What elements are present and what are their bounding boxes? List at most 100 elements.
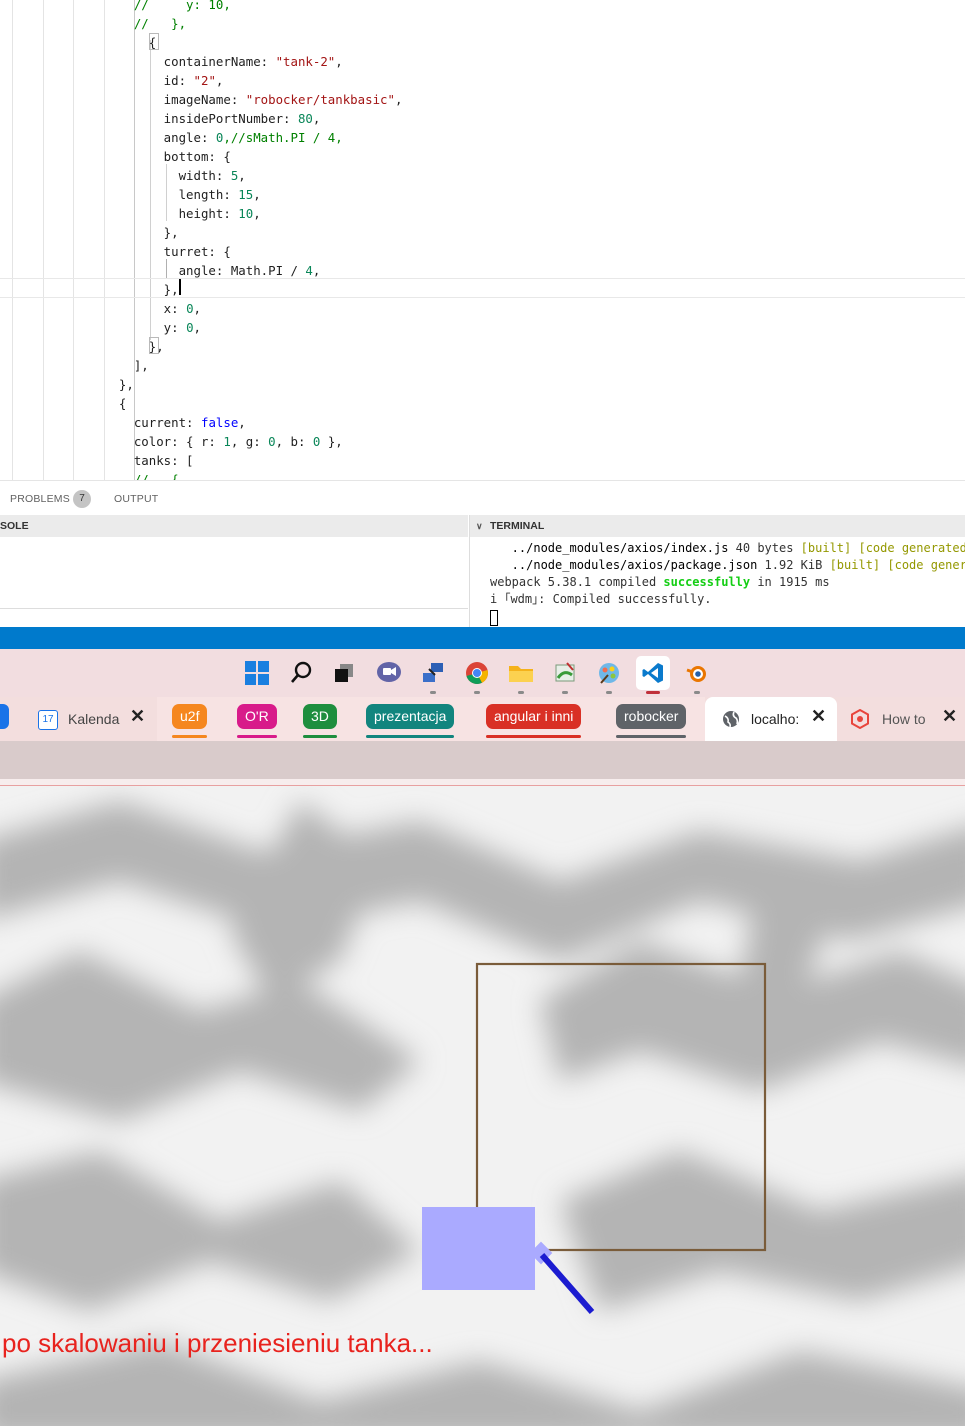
code-line: height: 10, bbox=[104, 204, 261, 223]
divider bbox=[0, 608, 468, 609]
code-line: // { bbox=[104, 470, 179, 480]
terminal-token: [built] [code generated] bbox=[829, 558, 965, 572]
terminal-token: successfully bbox=[663, 575, 751, 589]
code-line: }, bbox=[104, 223, 179, 242]
code-line: color: { r: 1, g: 0, b: 0 }, bbox=[104, 432, 343, 451]
terminal-cursor bbox=[490, 610, 498, 626]
terminal-token: i ｢wdm｣: Compiled successfully. bbox=[490, 592, 712, 606]
chrome-icon[interactable] bbox=[460, 656, 494, 694]
code-token: }, bbox=[104, 339, 164, 354]
code-line: // }, bbox=[104, 14, 186, 33]
terminal-token: 1.92 KiB bbox=[764, 558, 830, 572]
tab-group-underline bbox=[486, 735, 581, 738]
code-token: , bbox=[394, 92, 403, 107]
taskbar bbox=[0, 649, 965, 697]
code-line: angle: Math.PI / 4, bbox=[104, 261, 321, 280]
problems-count-badge: 7 bbox=[73, 490, 91, 508]
tab-problems[interactable]: PROBLEMS bbox=[10, 493, 70, 505]
bottom-panel: PROBLEMS 7 OUTPUT SOLE ∨ TERMINAL ../nod… bbox=[0, 480, 965, 628]
code-token: , bbox=[238, 415, 246, 430]
tab-group-chip[interactable]: robocker bbox=[616, 704, 687, 729]
code-token: ,//sMath.PI / 4, bbox=[223, 130, 343, 145]
blender-icon[interactable] bbox=[680, 656, 714, 694]
search-icon[interactable] bbox=[284, 656, 318, 690]
code-editor[interactable]: // y: 10, // }, { containerName: "tank-2… bbox=[0, 0, 965, 480]
tank-bottom bbox=[422, 1207, 535, 1290]
close-icon[interactable]: ✕ bbox=[130, 706, 145, 727]
code-token: width: bbox=[104, 168, 231, 183]
debug-console-title: SOLE bbox=[0, 520, 29, 532]
vscode-icon[interactable] bbox=[636, 656, 670, 694]
teams-chat-icon[interactable] bbox=[372, 656, 406, 690]
debug-console-header[interactable]: SOLE bbox=[0, 515, 468, 537]
code-token: 1 bbox=[223, 434, 231, 449]
code-line: ], bbox=[104, 356, 149, 375]
code-token: , b: bbox=[275, 434, 313, 449]
code-token: containerName: bbox=[104, 54, 276, 69]
tab-group-chip[interactable]: u2f bbox=[172, 704, 208, 729]
terminal-title: TERMINAL bbox=[490, 520, 545, 532]
tab-group-chip[interactable]: 3D bbox=[303, 704, 337, 729]
terminal-line: ../node_modules/axios/index.js 40 bytes … bbox=[490, 540, 965, 557]
code-token: current: bbox=[104, 415, 201, 430]
code-token: "2" bbox=[193, 73, 216, 88]
tab-output[interactable]: OUTPUT bbox=[114, 493, 158, 505]
terminal-token: [built] [code generated] bbox=[800, 541, 965, 555]
code-token: 0 bbox=[268, 434, 276, 449]
code-token: y: bbox=[104, 320, 187, 335]
terminal-token: ../node_modules/axios/index.js bbox=[490, 541, 736, 555]
code-token: , bbox=[193, 320, 201, 335]
tab-group-underline bbox=[303, 735, 337, 738]
tab-howto[interactable]: How to ✕ bbox=[837, 697, 965, 741]
code-token: false bbox=[200, 415, 239, 430]
code-token: 4 bbox=[305, 263, 313, 278]
text-caret bbox=[179, 279, 181, 295]
terminal-token: in 1915 ms bbox=[750, 575, 830, 589]
caption-text: po skalowaniu i przeniesieniu tanka... bbox=[2, 1328, 433, 1358]
tab-group-chip[interactable]: angular i inni bbox=[486, 704, 582, 729]
code-token: height: bbox=[104, 206, 239, 221]
paint3d-icon[interactable] bbox=[592, 656, 626, 694]
code-token: "robocker/tankbasic" bbox=[245, 92, 395, 107]
tab-group-underline bbox=[366, 735, 454, 738]
code-line: width: 5, bbox=[104, 166, 246, 185]
active-indicator bbox=[646, 691, 660, 694]
windows-start-icon[interactable] bbox=[240, 656, 274, 690]
code-token: turret: { bbox=[104, 244, 231, 259]
code-token: 15 bbox=[238, 187, 254, 202]
tab-title: localho: bbox=[751, 711, 800, 727]
close-icon[interactable]: ✕ bbox=[811, 706, 826, 727]
tab-group-partial[interactable] bbox=[0, 704, 9, 729]
close-icon[interactable]: ✕ bbox=[942, 706, 957, 727]
tab-group-chip[interactable]: prezentacja bbox=[366, 704, 455, 729]
tab-calendar[interactable]: 17 Kalenda ✕ bbox=[13, 697, 157, 741]
code-token: "tank-2" bbox=[275, 54, 336, 69]
code-token: id: bbox=[104, 73, 194, 88]
terminal-token: ../node_modules/axios/package.json bbox=[490, 558, 765, 572]
code-token: 80 bbox=[297, 111, 313, 126]
file-explorer-icon[interactable] bbox=[504, 656, 538, 694]
tab-group-underline bbox=[172, 735, 207, 738]
terminal-header[interactable]: ∨ TERMINAL bbox=[470, 515, 965, 537]
tab-group-underline bbox=[616, 735, 686, 738]
network-app-icon[interactable] bbox=[416, 656, 450, 694]
tab-localhost[interactable]: localho: ✕ bbox=[705, 697, 837, 741]
code-line: }, bbox=[104, 280, 179, 299]
code-line: { bbox=[104, 33, 156, 52]
code-token: , bbox=[335, 54, 343, 69]
terminal-token: webpack 5.38.1 compiled bbox=[490, 575, 664, 589]
code-token: , bbox=[253, 187, 261, 202]
code-token: }, bbox=[104, 282, 179, 297]
globe-icon bbox=[723, 711, 739, 728]
code-line: insidePortNumber: 80, bbox=[104, 109, 321, 128]
code-token: length: bbox=[104, 187, 239, 202]
terminal-token: 40 bytes bbox=[735, 541, 801, 555]
task-view-icon[interactable] bbox=[327, 656, 361, 690]
code-line: bottom: { bbox=[104, 147, 231, 166]
code-line: tanks: [ bbox=[104, 451, 194, 470]
code-line: }, bbox=[104, 337, 164, 356]
paint-app-icon[interactable] bbox=[548, 656, 582, 694]
tab-group-chip[interactable]: O'R bbox=[237, 704, 277, 729]
code-line: length: 15, bbox=[104, 185, 261, 204]
tab-title: How to bbox=[882, 711, 926, 727]
